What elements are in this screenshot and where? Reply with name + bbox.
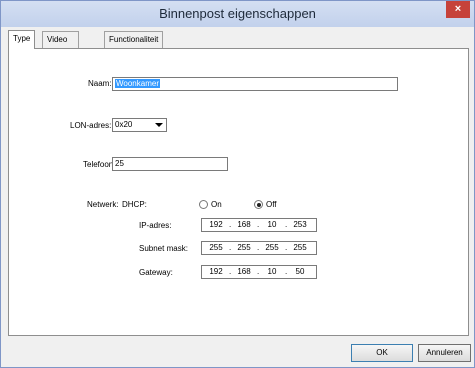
subnet-octet-4: 255: [293, 243, 307, 252]
ip-octet-3: 10: [267, 220, 277, 229]
gateway-separator: .: [229, 267, 232, 276]
dhcp-off-radio[interactable]: [254, 200, 263, 209]
dhcp-on-radio[interactable]: [199, 200, 208, 209]
gateway-octet-3: 10: [267, 267, 277, 276]
lon-adres-dropdown[interactable]: 0x20: [112, 118, 167, 132]
ip-adres-label: IP-adres:: [139, 221, 172, 230]
properties-dialog: Binnenpost eigenschappen × Type Video se…: [0, 0, 475, 368]
tab-video-selectie[interactable]: Video selectie: [42, 31, 80, 60]
ip-octet-2: 168: [237, 220, 251, 229]
telefoon-label: Telefoon:: [83, 160, 116, 169]
ip-octet-1: 192: [209, 220, 223, 229]
subnet-separator: .: [285, 243, 288, 252]
subnet-separator: .: [229, 243, 232, 252]
annuleren-button[interactable]: Annuleren: [418, 344, 471, 362]
subnet-separator: .: [257, 243, 260, 252]
subnet-octet-3: 255: [265, 243, 279, 252]
naam-input[interactable]: Woonkamer: [112, 77, 398, 91]
gateway-separator: .: [257, 267, 260, 276]
lon-adres-value: 0x20: [115, 120, 133, 129]
gateway-input[interactable]: 192 . 168 . 10 . 50: [201, 265, 317, 279]
dhcp-label: DHCP:: [122, 200, 147, 209]
ip-octet-4: 253: [293, 220, 307, 229]
gateway-separator: .: [285, 267, 288, 276]
gateway-label: Gateway:: [139, 268, 173, 277]
dhcp-on-label: On: [211, 200, 222, 209]
ip-adres-input[interactable]: 192 . 168 . 10 . 253: [201, 218, 317, 232]
close-icon: ×: [454, 3, 462, 15]
gateway-octet-4: 50: [295, 267, 305, 276]
ip-separator: .: [229, 220, 232, 229]
ip-separator: .: [257, 220, 260, 229]
telefoon-input[interactable]: 25: [112, 157, 228, 171]
ip-separator: .: [285, 220, 288, 229]
close-button[interactable]: ×: [446, 1, 470, 18]
subnet-octet-1: 255: [209, 243, 223, 252]
naam-label: Naam:: [88, 79, 112, 88]
window-title: Binnenpost eigenschappen: [159, 6, 316, 21]
tab-functionaliteit[interactable]: Functionaliteit: [104, 31, 164, 48]
title-bar[interactable]: Binnenpost eigenschappen ×: [1, 1, 474, 27]
subnet-mask-input[interactable]: 255 . 255 . 255 . 255: [201, 241, 317, 255]
gateway-octet-2: 168: [237, 267, 251, 276]
type-tab-panel: Naam: Woonkamer LON-adres: 0x20 Telefoon…: [8, 48, 469, 336]
dhcp-off-label: Off: [266, 200, 277, 209]
subnet-mask-label: Subnet mask:: [139, 244, 188, 253]
ok-button[interactable]: OK: [351, 344, 413, 362]
subnet-octet-2: 255: [237, 243, 251, 252]
telefoon-value: 25: [115, 159, 124, 168]
lon-adres-label: LON-adres:: [70, 121, 112, 130]
chevron-down-icon: [155, 123, 163, 127]
naam-value: Woonkamer: [115, 79, 160, 88]
gateway-octet-1: 192: [209, 267, 223, 276]
netwerk-label: Netwerk:: [87, 200, 119, 209]
radio-selected-dot: [256, 202, 261, 207]
tab-type[interactable]: Type: [8, 30, 36, 49]
